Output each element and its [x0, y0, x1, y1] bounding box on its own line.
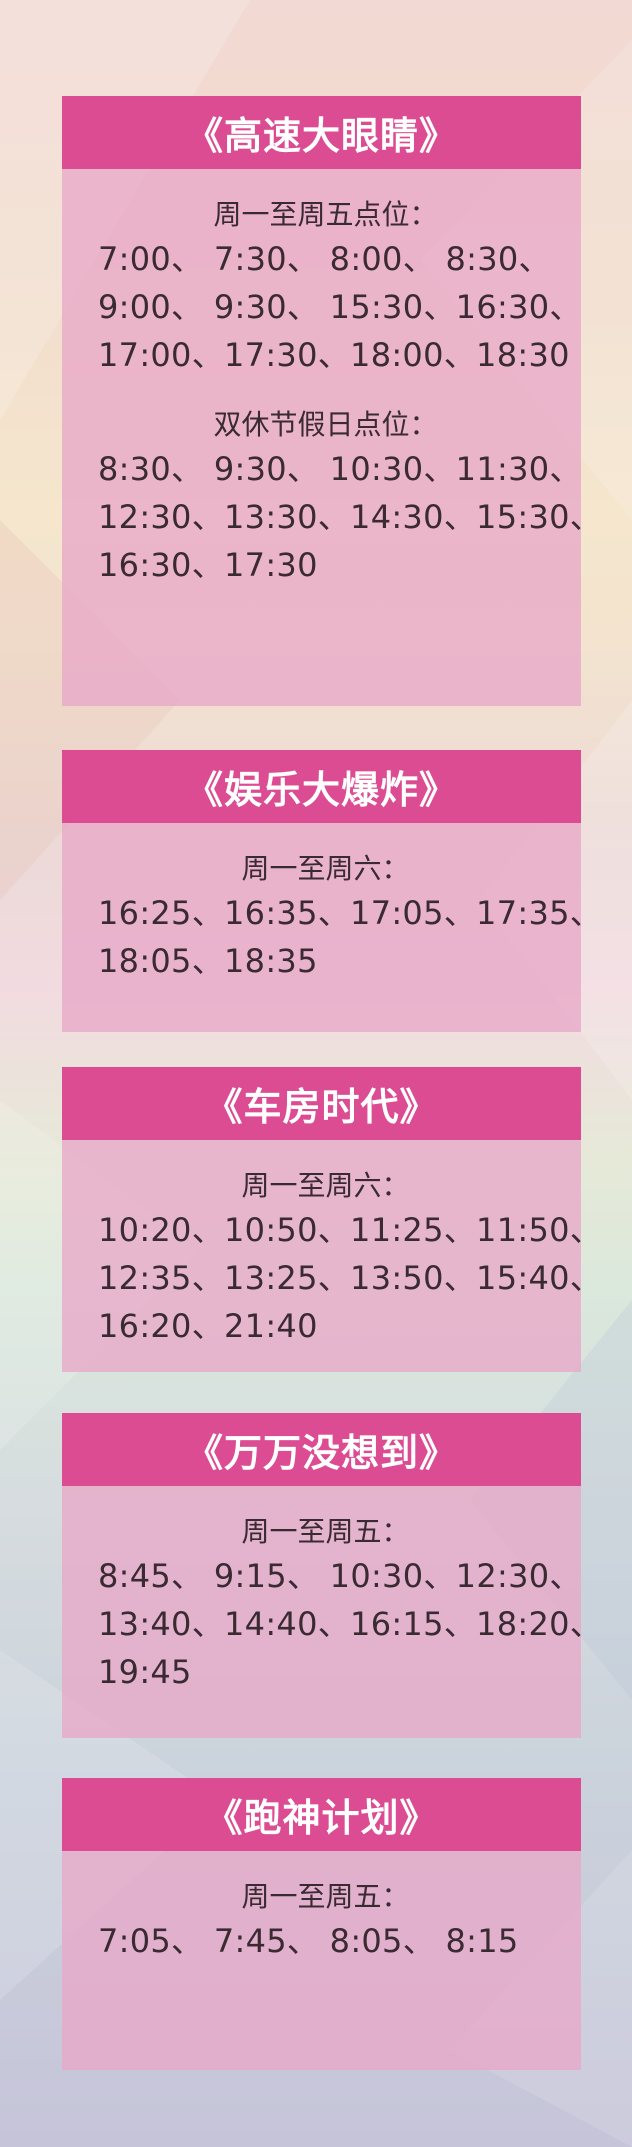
schedule-group: 周一至周五： 8:45、 9:15、 10:30、12:30、 13:40、14…	[98, 1512, 603, 1696]
program-card-3: 《车房时代》 周一至周六： 10:20、10:50、11:25、11:50、 1…	[62, 1067, 603, 1372]
time-row: 12:35、13:25、13:50、15:40、	[98, 1259, 603, 1297]
program-title: 《娱乐大爆炸》	[62, 750, 581, 823]
schedule-body: 周一至周六： 16:25、16:35、17:05、17:35、 18:05、18…	[62, 823, 603, 985]
schedule-group: 周一至周五： 7:05、 7:45、 8:05、 8:15	[98, 1877, 553, 1965]
time-row: 17:00、17:30、18:00、18:30	[98, 336, 570, 374]
time-row: 12:30、13:30、14:30、15:30、	[98, 498, 603, 536]
program-title: 《万万没想到》	[62, 1413, 581, 1486]
time-row: 18:05、18:35	[98, 942, 318, 980]
schedule-group-weekday: 周一至周五点位： 7:00、 7:30、 8:00、 8:30、 9:00、 9…	[98, 195, 582, 379]
schedule-label: 双休节假日点位：	[213, 408, 438, 441]
schedule-group: 周一至周六： 16:25、16:35、17:05、17:35、 18:05、18…	[98, 849, 603, 985]
schedule-group: 周一至周六： 10:20、10:50、11:25、11:50、 12:35、13…	[98, 1166, 603, 1350]
program-card-2: 《娱乐大爆炸》 周一至周六： 16:25、16:35、17:05、17:35、 …	[62, 750, 603, 1032]
time-row: 9:00、 9:30、 15:30、16:30、	[98, 288, 582, 326]
schedule-group-weekend: 双休节假日点位： 8:30、 9:30、 10:30、11:30、 12:30、…	[98, 405, 603, 589]
time-row: 10:20、10:50、11:25、11:50、	[98, 1211, 603, 1249]
schedule-label: 周一至周五：	[241, 1515, 410, 1548]
time-row: 16:20、21:40	[98, 1307, 318, 1345]
time-row: 8:45、 9:15、 10:30、12:30、	[98, 1557, 582, 1595]
schedule-body: 周一至周五： 8:45、 9:15、 10:30、12:30、 13:40、14…	[62, 1486, 603, 1696]
program-card-5: 《跑神计划》 周一至周五： 7:05、 7:45、 8:05、 8:15	[62, 1778, 581, 2070]
program-title: 《车房时代》	[62, 1067, 581, 1140]
program-card-4: 《万万没想到》 周一至周五： 8:45、 9:15、 10:30、12:30、 …	[62, 1413, 603, 1738]
schedule-label: 周一至周六：	[241, 852, 410, 885]
time-row: 7:00、 7:30、 8:00、 8:30、	[98, 240, 551, 278]
schedule-label: 周一至周五点位：	[213, 198, 438, 231]
program-card-1: 《高速大眼睛》 周一至周五点位： 7:00、 7:30、 8:00、 8:30、…	[62, 96, 603, 706]
schedule-body: 周一至周五： 7:05、 7:45、 8:05、 8:15	[62, 1851, 581, 1965]
time-row: 7:05、 7:45、 8:05、 8:15	[98, 1922, 519, 1960]
schedule-label: 周一至周六：	[241, 1169, 410, 1202]
schedule-body: 周一至周五点位： 7:00、 7:30、 8:00、 8:30、 9:00、 9…	[62, 169, 603, 589]
time-row: 16:30、17:30	[98, 546, 318, 584]
schedule-body: 周一至周六： 10:20、10:50、11:25、11:50、 12:35、13…	[62, 1140, 603, 1350]
program-title: 《高速大眼睛》	[62, 96, 581, 169]
schedule-label: 周一至周五：	[241, 1880, 410, 1913]
program-title: 《跑神计划》	[62, 1778, 581, 1851]
time-row: 16:25、16:35、17:05、17:35、	[98, 894, 603, 932]
time-row: 8:30、 9:30、 10:30、11:30、	[98, 450, 582, 488]
time-row: 13:40、14:40、16:15、18:20、	[98, 1605, 603, 1643]
time-row: 19:45	[98, 1653, 192, 1691]
